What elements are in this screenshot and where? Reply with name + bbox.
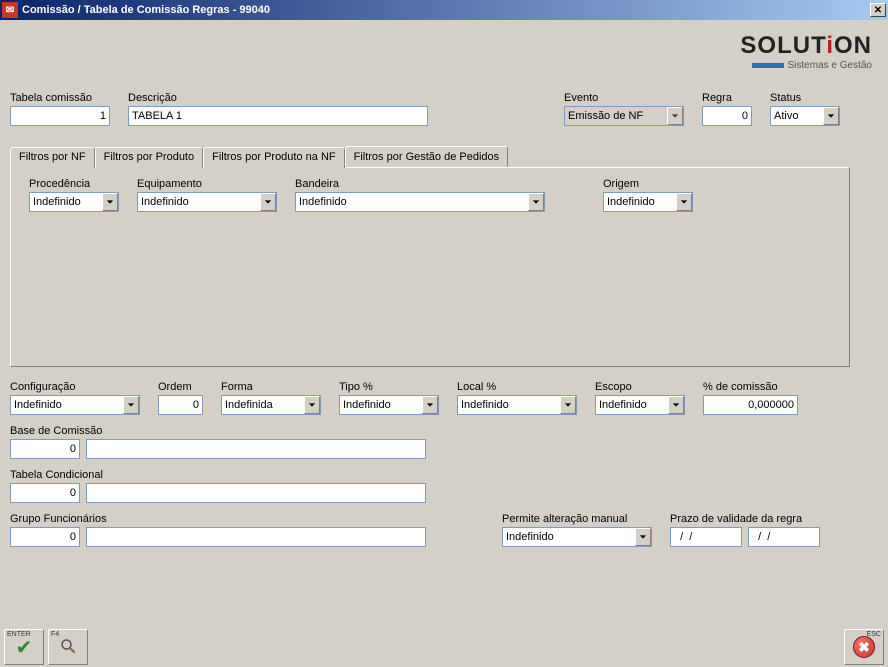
prazo-validade-from[interactable]	[670, 527, 742, 547]
local-pct-select[interactable]: Indefinido	[457, 395, 577, 415]
bandeira-label: Bandeira	[295, 178, 545, 190]
procedencia-select[interactable]: Indefinido	[29, 192, 119, 212]
logo-bar	[752, 63, 784, 68]
status-select[interactable]: Ativo	[770, 106, 840, 126]
descricao-label: Descrição	[128, 92, 428, 104]
configuracao-label: Configuração	[10, 381, 140, 393]
origem-select[interactable]: Indefinido	[603, 192, 693, 212]
chevron-down-icon	[528, 193, 544, 211]
base-comissao-label: Base de Comissão	[10, 425, 878, 437]
tab-filtros-produto-nf[interactable]: Filtros por Produto na NF	[203, 147, 345, 168]
f4-search-button[interactable]: F4	[48, 629, 88, 665]
ordem-label: Ordem	[158, 381, 203, 393]
local-pct-value: Indefinido	[461, 399, 509, 411]
escopo-select[interactable]: Indefinido	[595, 395, 685, 415]
equipamento-value: Indefinido	[141, 196, 189, 208]
prazo-validade-to[interactable]	[748, 527, 820, 547]
configuracao-value: Indefinido	[14, 399, 62, 411]
cancel-icon: ✖	[853, 636, 875, 658]
esc-label: ESC	[867, 631, 881, 638]
procedencia-value: Indefinido	[33, 196, 81, 208]
tipo-pct-value: Indefinido	[343, 399, 391, 411]
chevron-down-icon	[676, 193, 692, 211]
escopo-value: Indefinido	[599, 399, 647, 411]
window-title: Comissão / Tabela de Comissão Regras - 9…	[22, 4, 870, 16]
logo-tagline: Sistemas e Gestão	[788, 60, 872, 71]
tabela-comissao-input[interactable]	[10, 106, 110, 126]
grupo-funcionarios-desc	[86, 527, 426, 547]
chevron-down-icon	[304, 396, 320, 414]
tabela-comissao-label: Tabela comissão	[10, 92, 110, 104]
regra-input	[702, 106, 752, 126]
prazo-validade-label: Prazo de validade da regra	[670, 513, 830, 525]
chevron-down-icon	[668, 396, 684, 414]
configuracao-select[interactable]: Indefinido	[10, 395, 140, 415]
base-comissao-code[interactable]	[10, 439, 80, 459]
logo-text-i: i	[826, 32, 834, 59]
forma-label: Forma	[221, 381, 321, 393]
tipo-pct-select[interactable]: Indefinido	[339, 395, 439, 415]
bandeira-select[interactable]: Indefinido	[295, 192, 545, 212]
tipo-pct-label: Tipo %	[339, 381, 439, 393]
tab-panel: Procedência Indefinido Equipamento Indef…	[10, 167, 850, 367]
chevron-down-icon	[560, 396, 576, 414]
evento-value: Emissão de NF	[568, 110, 643, 122]
tab-strip: Filtros por NF Filtros por Produto Filtr…	[10, 146, 878, 167]
regra-label: Regra	[702, 92, 752, 104]
tabela-condicional-desc	[86, 483, 426, 503]
tab-filtros-gestao-pedidos[interactable]: Filtros por Gestão de Pedidos	[345, 146, 509, 167]
tab-filtros-nf[interactable]: Filtros por NF	[10, 147, 95, 168]
title-bar: ✉ Comissão / Tabela de Comissão Regras -…	[0, 0, 888, 20]
status-value: Ativo	[774, 110, 798, 122]
tabela-condicional-label: Tabela Condicional	[10, 469, 878, 481]
ordem-input[interactable]	[158, 395, 203, 415]
equipamento-label: Equipamento	[137, 178, 277, 190]
bandeira-value: Indefinido	[299, 196, 347, 208]
f4-label: F4	[51, 631, 59, 638]
forma-select[interactable]: Indefinida	[221, 395, 321, 415]
local-pct-label: Local %	[457, 381, 577, 393]
chevron-down-icon	[123, 396, 139, 414]
evento-select: Emissão de NF	[564, 106, 684, 126]
tabela-condicional-code	[10, 483, 80, 503]
chevron-down-icon	[260, 193, 276, 211]
chevron-down-icon	[823, 107, 839, 125]
logo-text-2: ON	[834, 32, 872, 59]
app-icon: ✉	[2, 2, 18, 18]
enter-label: ENTER	[7, 631, 31, 638]
status-label: Status	[770, 92, 840, 104]
chevron-down-icon	[667, 107, 683, 125]
check-icon: ✔	[16, 635, 33, 660]
brand-logo: SOLUTiON Sistemas e Gestão	[740, 32, 872, 71]
pct-comissao-label: % de comissão	[703, 381, 798, 393]
escopo-label: Escopo	[595, 381, 685, 393]
permite-alteracao-label: Permite alteração manual	[502, 513, 652, 525]
base-comissao-desc	[86, 439, 426, 459]
grupo-funcionarios-label: Grupo Funcionários	[10, 513, 426, 525]
esc-cancel-button[interactable]: ESC ✖	[844, 629, 884, 665]
descricao-input	[128, 106, 428, 126]
origem-value: Indefinido	[607, 196, 655, 208]
close-button[interactable]: ✕	[870, 3, 886, 17]
chevron-down-icon	[422, 396, 438, 414]
chevron-down-icon	[102, 193, 118, 211]
chevron-down-icon	[635, 528, 651, 546]
enter-button[interactable]: ENTER ✔	[4, 629, 44, 665]
pct-comissao-input	[703, 395, 798, 415]
permite-alteracao-value: Indefinido	[506, 531, 554, 543]
tab-filtros-produto[interactable]: Filtros por Produto	[95, 147, 203, 168]
permite-alteracao-select[interactable]: Indefinido	[502, 527, 652, 547]
logo-text-1: SOLUT	[740, 32, 826, 59]
grupo-funcionarios-code	[10, 527, 80, 547]
evento-label: Evento	[564, 92, 684, 104]
search-icon	[59, 637, 77, 657]
origem-label: Origem	[603, 178, 693, 190]
forma-value: Indefinida	[225, 399, 273, 411]
equipamento-select[interactable]: Indefinido	[137, 192, 277, 212]
procedencia-label: Procedência	[29, 178, 119, 190]
